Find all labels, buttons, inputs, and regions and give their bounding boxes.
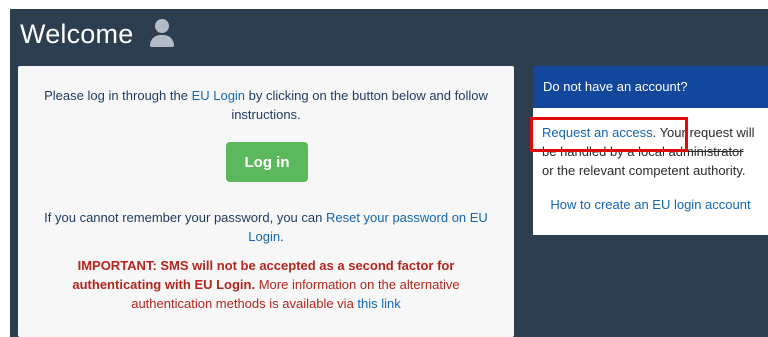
create-account-link[interactable]: How to create an EU login account	[533, 197, 768, 212]
account-card-body: Request an access. Your request will be …	[533, 108, 768, 180]
page-title: Welcome	[20, 18, 134, 49]
header: Welcome	[20, 14, 175, 54]
login-instructions: Please log in through the EU Login by cl…	[36, 86, 496, 124]
reset-password-text: If you cannot remember your password, yo…	[32, 208, 500, 246]
reset-prefix: If you cannot remember your password, yo…	[44, 210, 326, 225]
request-line-2: be handled by a local administrator	[542, 144, 744, 159]
request-line-1: Request an access. Your request will	[542, 123, 768, 142]
account-card-header: Do not have an account?	[533, 66, 768, 108]
user-icon	[149, 18, 175, 50]
request-line-3: or the relevant competent authority.	[542, 163, 746, 178]
eu-login-link[interactable]: EU Login	[192, 88, 245, 103]
sms-warning: IMPORTANT: SMS will not be accepted as a…	[48, 256, 484, 313]
account-card: Do not have an account? Request an acces…	[533, 66, 768, 235]
user-icon-body	[150, 35, 175, 47]
user-icon-head	[155, 19, 170, 33]
request-access-link[interactable]: Request an access	[542, 125, 653, 140]
request-text-1: . Your request will	[652, 125, 755, 140]
login-button[interactable]: Log in	[226, 142, 308, 182]
reset-suffix: .	[280, 229, 284, 244]
intro-prefix: Please log in through the	[44, 88, 192, 103]
auth-methods-link[interactable]: this link	[357, 296, 400, 311]
login-card: Please log in through the EU Login by cl…	[18, 66, 514, 337]
intro-suffix: by clicking on the button below and foll…	[231, 88, 488, 122]
